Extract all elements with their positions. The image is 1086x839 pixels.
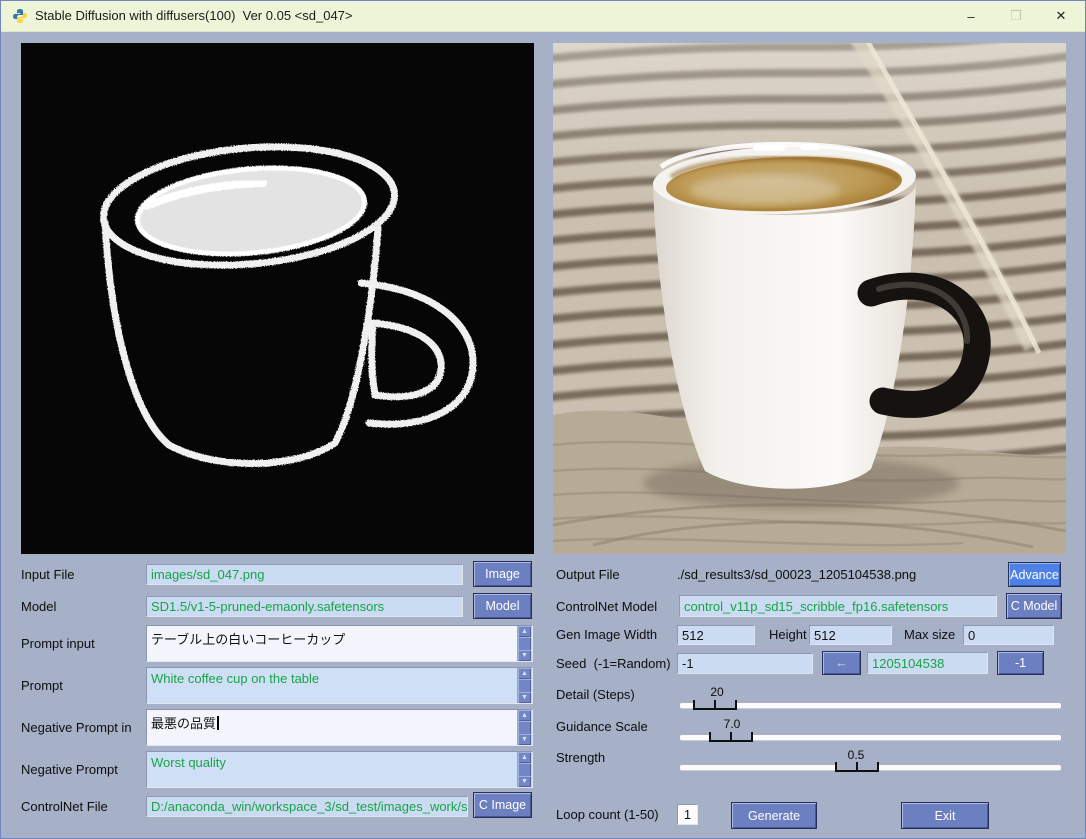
scroll-down-icon[interactable]: ▼ bbox=[518, 650, 531, 661]
scrollbar-thumb[interactable] bbox=[518, 763, 531, 777]
c-image-button[interactable]: C Image bbox=[473, 792, 532, 818]
scrollbar-thumb[interactable] bbox=[518, 637, 531, 651]
input-file-label: Input File bbox=[21, 565, 74, 585]
scrollbar[interactable]: ▲ ▼ bbox=[517, 710, 532, 745]
loop-count-field[interactable]: 1 bbox=[677, 804, 698, 825]
controlnet-file-field[interactable]: D:/anaconda_win/workspace_3/sd_test/imag… bbox=[146, 796, 468, 817]
loop-count-label: Loop count (1-50) bbox=[556, 805, 659, 825]
prompt-input-value: テーブル上の白いコーヒーカップ bbox=[151, 629, 516, 648]
negative-prompt-in-label: Negative Prompt in bbox=[21, 718, 132, 738]
left-arrow-icon: ← bbox=[835, 656, 848, 670]
close-icon: ✕ bbox=[1056, 8, 1067, 24]
negative-prompt-textarea[interactable]: Worst quality ▲ ▼ bbox=[146, 751, 533, 788]
gen-image-width-label: Gen Image Width bbox=[556, 625, 657, 645]
controlnet-file-label: ControlNet File bbox=[21, 797, 108, 817]
max-size-value: 0 bbox=[968, 627, 975, 644]
c-model-button[interactable]: C Model bbox=[1006, 593, 1062, 619]
prompt-label: Prompt bbox=[21, 676, 63, 696]
max-size-label: Max size bbox=[904, 625, 955, 645]
text-caret bbox=[217, 716, 219, 730]
detail-steps-value: 20 bbox=[710, 685, 723, 699]
seed-copy-button[interactable]: ← bbox=[822, 651, 861, 675]
gen-image-width-field[interactable]: 512 bbox=[677, 625, 755, 645]
negative-prompt-label: Negative Prompt bbox=[21, 760, 118, 780]
seed-display-field[interactable]: 1205104538 bbox=[867, 652, 988, 674]
minimize-button[interactable]: – bbox=[949, 1, 993, 31]
output-photo-image bbox=[553, 43, 1066, 554]
seed-display-value: 1205104538 bbox=[872, 655, 944, 672]
prompt-input-label: Prompt input bbox=[21, 634, 95, 654]
output-file-label: Output File bbox=[556, 565, 620, 585]
input-file-field[interactable]: images/sd_047.png bbox=[146, 564, 463, 585]
window-title: Stable Diffusion with diffusers(100) Ver… bbox=[35, 1, 353, 31]
controlnet-model-label: ControlNet Model bbox=[556, 597, 657, 617]
scroll-up-icon[interactable]: ▲ bbox=[518, 710, 531, 721]
detail-steps-label: Detail (Steps) bbox=[556, 685, 635, 705]
input-scribble-image bbox=[21, 43, 534, 554]
generate-button[interactable]: Generate bbox=[731, 802, 817, 829]
strength-label: Strength bbox=[556, 748, 605, 768]
app-window: Stable Diffusion with diffusers(100) Ver… bbox=[0, 0, 1086, 839]
scrollbar[interactable]: ▲ ▼ bbox=[517, 626, 532, 661]
scroll-down-icon[interactable]: ▼ bbox=[518, 734, 531, 745]
output-file-value: ./sd_results3/sd_00023_1205104538.png bbox=[677, 565, 916, 585]
seed-input-value: -1 bbox=[682, 655, 694, 672]
seed-input-field[interactable]: -1 bbox=[677, 653, 813, 674]
negative-prompt-value: Worst quality bbox=[151, 755, 516, 770]
scrollbar-thumb[interactable] bbox=[518, 721, 531, 735]
scroll-up-icon[interactable]: ▲ bbox=[518, 668, 531, 679]
prompt-value: White coffee cup on the table bbox=[151, 671, 516, 686]
controlnet-model-field[interactable]: control_v11p_sd15_scribble_fp16.safetens… bbox=[679, 595, 997, 617]
scroll-down-icon[interactable]: ▼ bbox=[518, 776, 531, 787]
input-file-value: images/sd_047.png bbox=[151, 566, 264, 583]
guidance-scale-slider-handle[interactable] bbox=[709, 732, 753, 742]
image-button[interactable]: Image bbox=[473, 561, 532, 587]
maximize-button: ❒ bbox=[994, 1, 1038, 31]
controlnet-model-value: control_v11p_sd15_scribble_fp16.safetens… bbox=[684, 598, 948, 615]
loop-count-value: 1 bbox=[684, 806, 691, 823]
scroll-up-icon[interactable]: ▲ bbox=[518, 752, 531, 763]
gen-image-width-value: 512 bbox=[682, 627, 704, 644]
model-field[interactable]: SD1.5/v1-5-pruned-emaonly.safetensors bbox=[146, 596, 463, 617]
seed-reset-button[interactable]: -1 bbox=[997, 651, 1044, 675]
maximize-icon: ❒ bbox=[1010, 8, 1022, 24]
titlebar: Stable Diffusion with diffusers(100) Ver… bbox=[1, 1, 1085, 32]
height-field[interactable]: 512 bbox=[809, 625, 892, 645]
scrollbar-thumb[interactable] bbox=[518, 679, 531, 693]
exit-button[interactable]: Exit bbox=[901, 802, 989, 829]
scrollbar[interactable]: ▲ ▼ bbox=[517, 752, 532, 787]
model-label: Model bbox=[21, 597, 56, 617]
height-value: 512 bbox=[814, 627, 836, 644]
scroll-up-icon[interactable]: ▲ bbox=[518, 626, 531, 637]
detail-steps-slider[interactable] bbox=[680, 703, 1061, 708]
model-button[interactable]: Model bbox=[473, 593, 532, 619]
python-logo-icon bbox=[12, 8, 28, 24]
detail-steps-slider-handle[interactable] bbox=[693, 700, 737, 710]
guidance-scale-label: Guidance Scale bbox=[556, 717, 648, 737]
negative-prompt-in-textarea[interactable]: 最悪の品質 ▲ ▼ bbox=[146, 709, 533, 746]
guidance-scale-value: 7.0 bbox=[724, 717, 741, 731]
advance-button[interactable]: Advance bbox=[1008, 562, 1061, 587]
height-label: Height bbox=[769, 625, 807, 645]
close-button[interactable]: ✕ bbox=[1039, 1, 1083, 31]
model-value: SD1.5/v1-5-pruned-emaonly.safetensors bbox=[151, 598, 384, 615]
prompt-textarea[interactable]: White coffee cup on the table ▲ ▼ bbox=[146, 667, 533, 704]
controlnet-file-value: D:/anaconda_win/workspace_3/sd_test/imag… bbox=[151, 798, 468, 815]
scrollbar[interactable]: ▲ ▼ bbox=[517, 668, 532, 703]
strength-slider-handle[interactable] bbox=[835, 762, 879, 772]
minimize-icon: – bbox=[967, 9, 974, 24]
max-size-field[interactable]: 0 bbox=[963, 625, 1054, 645]
prompt-input-textarea[interactable]: テーブル上の白いコーヒーカップ ▲ ▼ bbox=[146, 625, 533, 662]
strength-value: 0.5 bbox=[848, 748, 865, 762]
negative-prompt-in-value: 最悪の品質 bbox=[151, 716, 216, 731]
seed-label: Seed (-1=Random) bbox=[556, 654, 671, 674]
scroll-down-icon[interactable]: ▼ bbox=[518, 692, 531, 703]
